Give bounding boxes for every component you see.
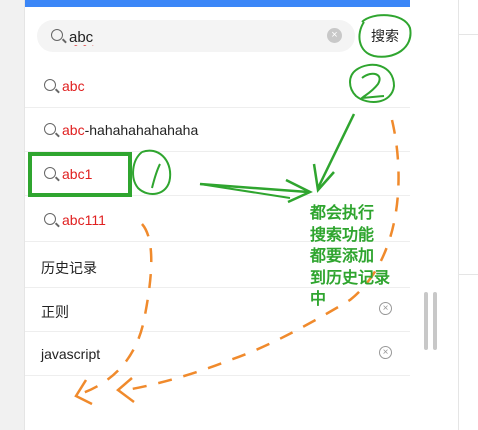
search-button[interactable]: 搜索	[371, 26, 399, 46]
top-bar	[25, 0, 410, 7]
note-line: 都会执行	[310, 203, 375, 222]
suggestion-text: abc	[62, 78, 85, 94]
right-panel	[410, 0, 478, 430]
annotation-note: 都会执行 搜索功能 都要添加 到历史记录 中	[310, 202, 400, 310]
history-title: 历史记录	[41, 260, 97, 276]
scrollbar-handle[interactable]	[424, 292, 440, 350]
divider	[458, 274, 478, 275]
search-input[interactable]	[67, 25, 311, 49]
divider	[458, 0, 459, 430]
suggestion-item[interactable]: abc-hahahahahahaha	[25, 108, 410, 152]
history-item[interactable]: javascript ×	[25, 332, 410, 376]
note-line: 都要添加	[310, 246, 375, 265]
suggestion-text: abc-hahahahahahaha	[62, 122, 199, 138]
search-icon	[51, 29, 63, 41]
left-background	[0, 0, 24, 430]
search-icon	[44, 167, 56, 179]
history-item-label: javascript	[41, 346, 101, 362]
suggestion-text: abc1	[62, 166, 93, 182]
suggestion-text: abc111	[62, 212, 106, 228]
delete-icon[interactable]: ×	[379, 346, 392, 359]
search-bar[interactable]: ×	[37, 20, 355, 52]
suggestion-item[interactable]: abc1	[25, 152, 410, 196]
note-line: 到历史记录	[310, 267, 391, 287]
note-line: 搜索功能	[310, 224, 375, 244]
search-icon	[44, 79, 56, 91]
divider	[458, 34, 478, 35]
search-icon	[44, 123, 56, 135]
search-icon	[44, 213, 56, 225]
clear-icon[interactable]: ×	[327, 28, 342, 43]
history-item-label: 正则	[41, 304, 69, 320]
suggestion-item[interactable]: abc	[25, 64, 410, 108]
note-line: 中	[310, 289, 327, 308]
